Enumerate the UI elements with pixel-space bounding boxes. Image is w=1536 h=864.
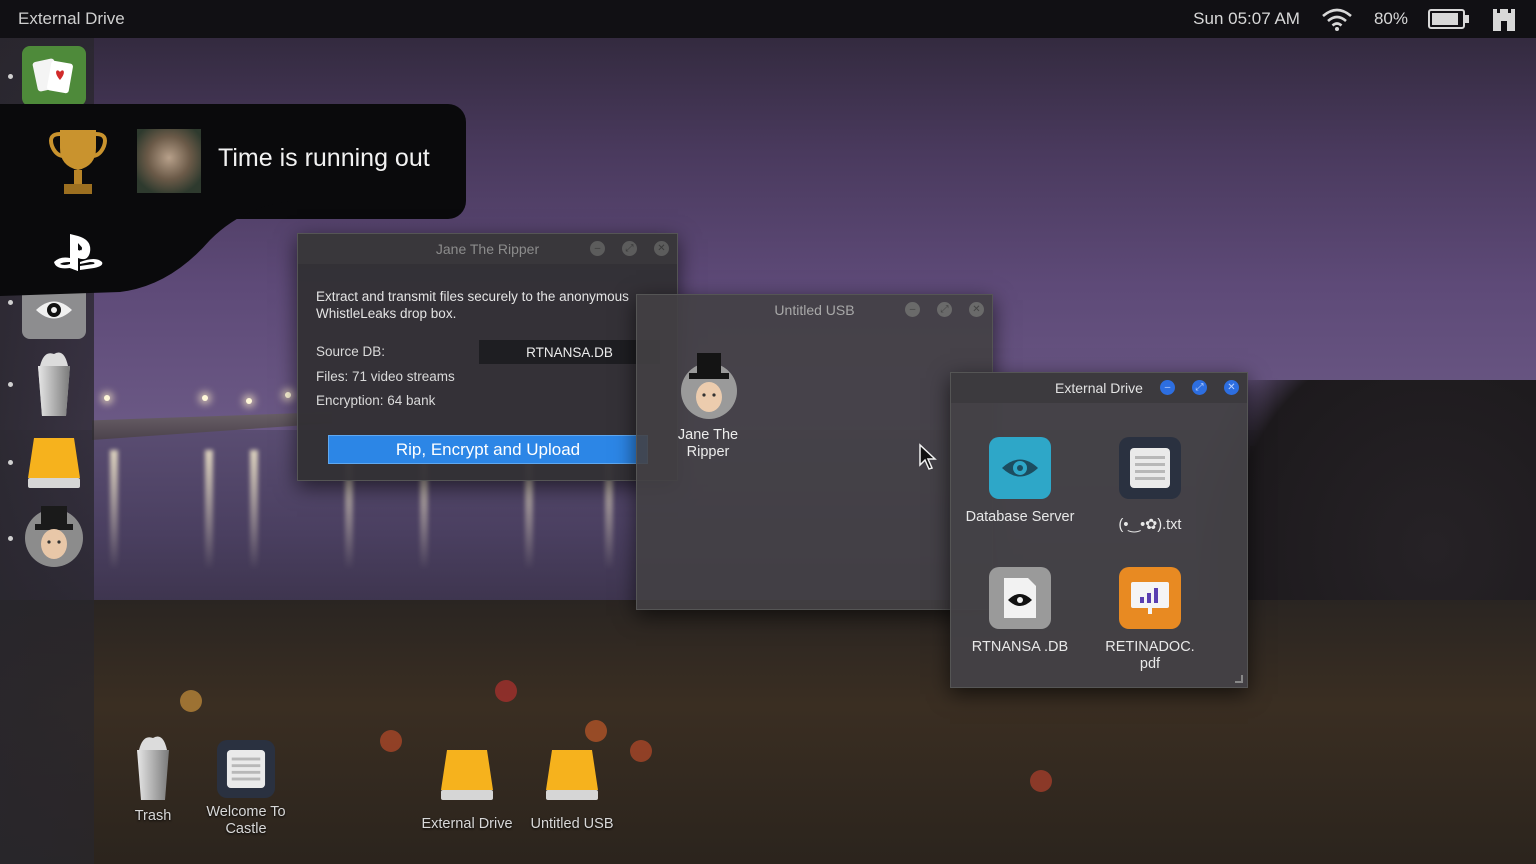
drive-icon [546,750,598,800]
window-title: Untitled USB [774,302,855,318]
wallpaper-flower [630,740,652,762]
close-button[interactable]: ✕ [654,241,669,256]
top-bar: External Drive Sun 05:07 AM 80% [0,0,1536,38]
dock-item-jane-the-ripper[interactable] [22,504,86,568]
text-file-icon [217,740,275,798]
trash-icon [137,736,169,800]
playstation-icon[interactable] [50,232,106,274]
file-label: (•‿•✿).txt [1118,517,1182,533]
dock-running-indicator [8,536,13,541]
wallpaper-light [202,395,208,401]
dock-item-trash[interactable] [22,344,86,420]
dock-running-indicator [8,460,13,465]
maximize-button[interactable]: ⤢ [1192,380,1207,395]
notification-text: Time is running out [218,144,430,172]
desktop-icon-label: Trash [134,808,172,824]
file-label: Database Server [965,509,1075,525]
desktop-icon-external-drive[interactable]: External Drive [412,746,522,833]
text-file-icon [1119,437,1181,499]
mouse-cursor-icon [919,443,937,470]
external-drive-window[interactable]: External Drive – ⤢ ✕ Database Server (•‿… [950,372,1248,688]
eye-icon [989,437,1051,499]
wallpaper-light [246,398,252,404]
trophy-icon [49,130,107,194]
window-titlebar[interactable]: External Drive – ⤢ ✕ [951,373,1247,403]
cards-icon [22,46,86,106]
untitled-usb-window[interactable]: Untitled USB – ⤢ ✕ Jane The Ripper [636,294,993,610]
file-label: RETINADOC. pdf [1105,639,1195,672]
desktop-icon-label: Untitled USB [530,816,614,832]
desktop-icon-untitled-usb[interactable]: Untitled USB [517,746,627,833]
wallpaper-reflection [205,450,213,570]
usb-item-label[interactable]: Jane The Ripper [663,427,753,461]
notification-panel [0,200,310,296]
minimize-button[interactable]: – [590,241,605,256]
pdf-icon [1119,567,1181,629]
wallpaper-reflection [250,450,258,570]
wallpaper-flower [495,680,517,702]
wallpaper-light [104,395,110,401]
app-description: Extract and transmit files securely to t… [316,289,629,321]
minimize-button[interactable]: – [1160,380,1175,395]
dock-running-indicator [8,300,13,305]
jane-avatar-icon [25,506,83,567]
window-titlebar[interactable]: Untitled USB – ⤢ ✕ [637,295,992,325]
drive-icon [441,750,493,800]
resize-handle[interactable] [1235,675,1243,683]
jane-the-ripper-window[interactable]: Jane The Ripper – ⤢ ✕ Extract and transm… [297,233,678,481]
close-button[interactable]: ✕ [969,302,984,317]
battery-icon[interactable] [1428,8,1470,30]
desktop-icon-label: External Drive [421,816,513,832]
active-app-title: External Drive [18,9,125,28]
dock-item-external-drive[interactable] [22,430,86,494]
dock-running-indicator [8,74,13,79]
maximize-button[interactable]: ⤢ [937,302,952,317]
wallpaper-light [285,392,291,398]
window-title: Jane The Ripper [435,241,540,257]
wallpaper-flower [180,690,202,712]
encryption-info: Encryption: 64 bank [316,393,436,408]
wallpaper-flower [1030,770,1052,792]
wifi-icon[interactable] [1320,6,1354,32]
jane-avatar-icon[interactable] [677,351,741,423]
window-title: External Drive [1055,380,1143,396]
files-count: Files: 71 video streams [316,369,455,384]
close-button[interactable]: ✕ [1224,380,1239,395]
rip-encrypt-upload-button[interactable]: Rip, Encrypt and Upload [328,435,648,464]
source-db-label: Source DB: [316,344,386,359]
castle-icon[interactable] [1490,5,1518,33]
minimize-button[interactable]: – [905,302,920,317]
trash-icon [38,352,70,416]
clock[interactable]: Sun 05:07 AM [1193,9,1300,29]
battery-percent[interactable]: 80% [1374,9,1408,29]
file-database-server[interactable]: Database Server [965,437,1075,526]
drive-icon [28,438,80,488]
desktop-icon-label: Welcome To Castle [206,804,286,837]
maximize-button[interactable]: ⤢ [622,241,637,256]
wallpaper-reflection [110,450,118,570]
file-retinadoc-pdf[interactable]: RETINADOC. pdf [1095,567,1205,673]
notification-avatar [137,129,201,193]
wallpaper-flower [585,720,607,742]
window-titlebar[interactable]: Jane The Ripper – ⤢ ✕ [298,234,677,264]
wallpaper-flower [380,730,402,752]
dock-running-indicator [8,382,13,387]
db-file-icon [989,567,1051,629]
source-db-field[interactable]: RTNANSA.DB [479,340,660,364]
file-rtnansa-db[interactable]: RTNANSA .DB [965,567,1075,656]
desktop-icon-welcome[interactable]: Welcome To Castle [191,740,301,838]
dock-item-solitaire[interactable] [22,44,86,108]
file-label: RTNANSA .DB [971,639,1069,655]
file-text[interactable]: (•‿•✿).txt [1095,437,1205,534]
